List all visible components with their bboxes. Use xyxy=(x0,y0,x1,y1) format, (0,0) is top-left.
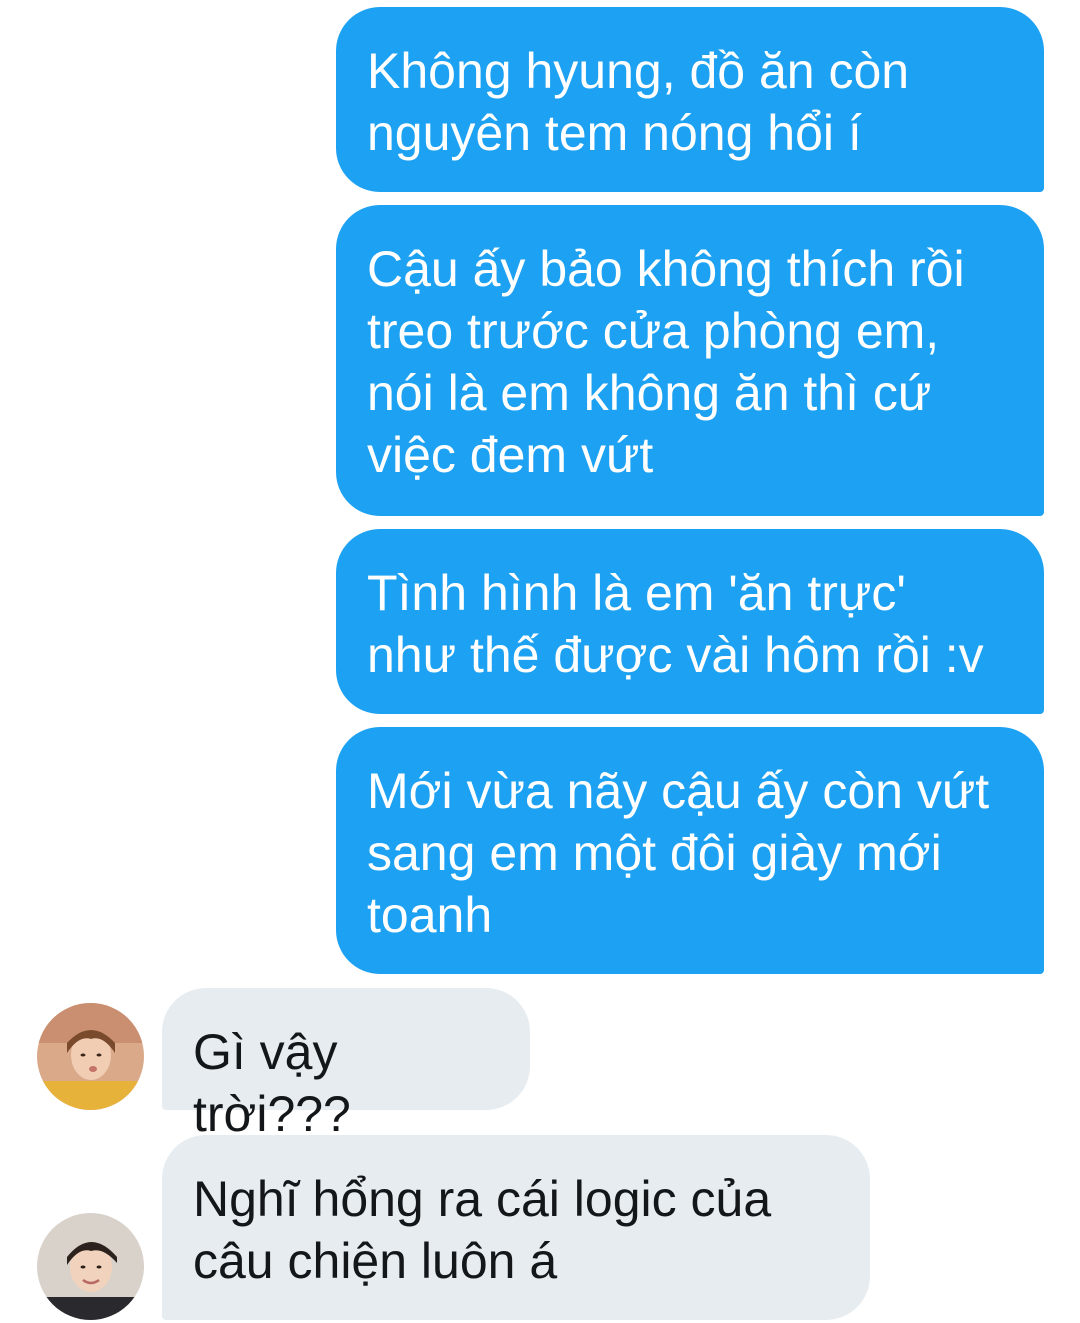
message-bubble-outgoing[interactable]: Cậu ấy bảo không thích rồi treo trước cử… xyxy=(336,205,1044,516)
avatar[interactable] xyxy=(37,1003,144,1110)
avatar-photo xyxy=(37,1003,144,1110)
message-bubble-incoming[interactable]: Nghĩ hổng ra cái logic của câu chiện luô… xyxy=(162,1135,870,1320)
message-bubble-outgoing[interactable]: Không hyung, đồ ăn còn nguyên tem nóng h… xyxy=(336,7,1044,192)
avatar[interactable] xyxy=(37,1213,144,1320)
message-bubble-incoming[interactable]: Gì vậy trời??? xyxy=(162,988,530,1142)
message-bubble-outgoing[interactable]: Mới vừa nãy cậu ấy còn vứt sang em một đ… xyxy=(336,727,1044,974)
avatar-photo xyxy=(37,1213,144,1320)
message-bubble-outgoing[interactable]: Tình hình là em 'ăn trực' như thế được v… xyxy=(336,529,1044,714)
